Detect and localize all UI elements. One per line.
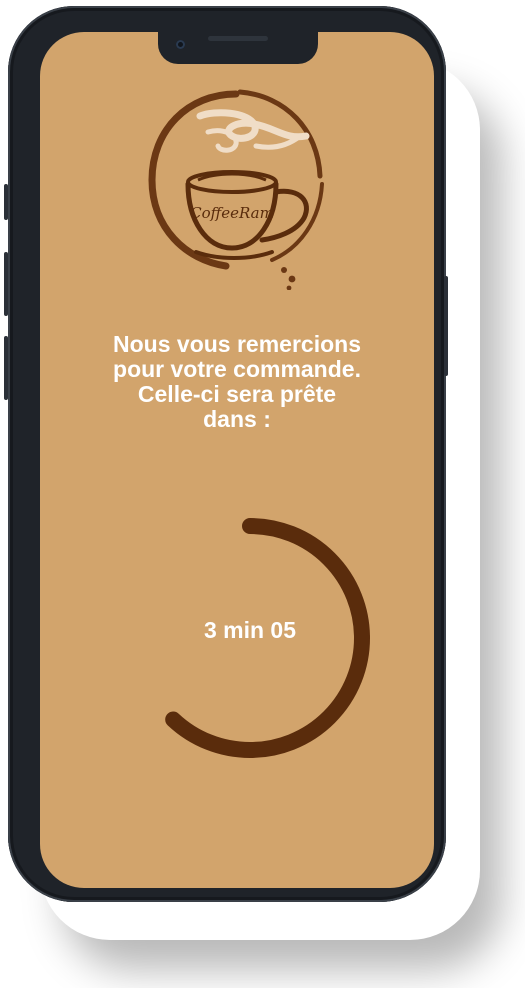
volume-down-button — [4, 336, 8, 400]
message-line-4: dans : — [203, 406, 271, 432]
volume-up-button — [4, 252, 8, 316]
message-line-2: pour votre commande. — [113, 356, 361, 382]
countdown-time-label: 3 min 05 — [203, 617, 297, 643]
mute-switch — [4, 184, 8, 220]
message-line-1: Nous vous remercions — [113, 331, 361, 357]
stage: CoffeeRam Nous vous remercions pour votr… — [0, 0, 525, 988]
message-line-3: Celle-ci sera prête — [137, 381, 337, 407]
earpiece-speaker — [208, 36, 268, 41]
front-camera — [176, 40, 185, 49]
svg-text:CoffeeRam: CoffeeRam — [190, 204, 274, 222]
app-screen: CoffeeRam Nous vous remercions pour votr… — [40, 32, 434, 888]
phone-frame: CoffeeRam Nous vous remercions pour votr… — [4, 6, 448, 902]
power-button — [444, 276, 448, 376]
notch — [158, 32, 318, 64]
coffee-cup-logo-icon: CoffeeRam — [148, 89, 324, 290]
order-confirmation-message: Nous vous remercions pour votre commande… — [70, 332, 404, 432]
